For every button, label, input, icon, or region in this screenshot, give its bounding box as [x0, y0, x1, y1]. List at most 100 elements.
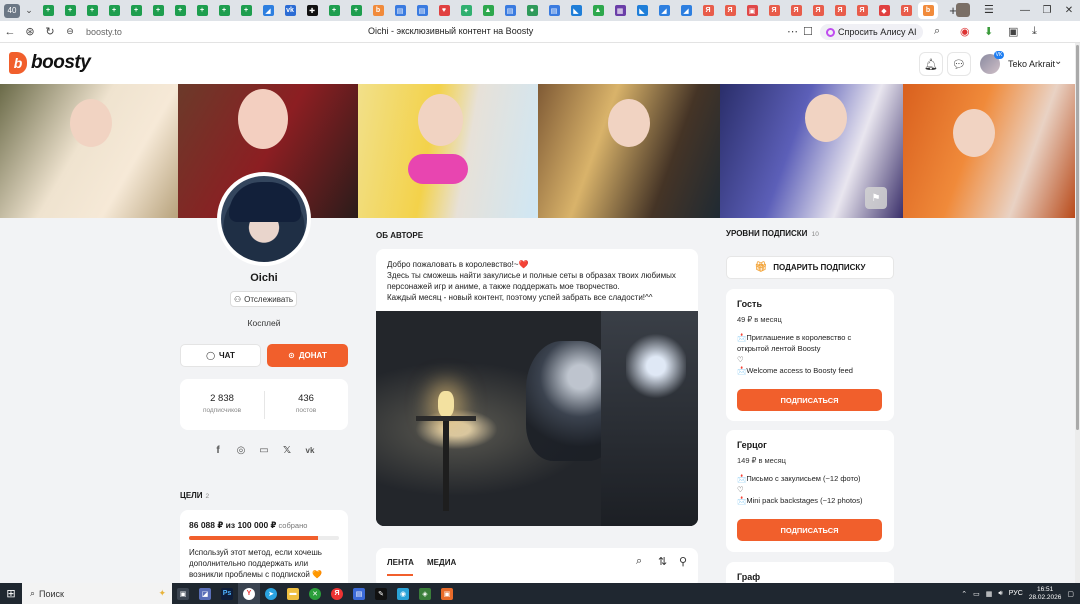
browser-tab[interactable]: ▲	[478, 2, 498, 19]
download-extension-icon[interactable]: ⬇	[984, 25, 993, 38]
twitch-icon[interactable]: ▭	[258, 444, 270, 456]
yandex-icon[interactable]: Я	[326, 583, 348, 604]
restore-icon[interactable]: ❐	[1036, 5, 1058, 16]
browser-tab[interactable]: Я	[698, 2, 718, 19]
browser-tab[interactable]: ▤	[500, 2, 520, 19]
browser-tab[interactable]: ◣	[566, 2, 586, 19]
browser-tab[interactable]: +	[104, 2, 124, 19]
browser-tab[interactable]: ▤	[544, 2, 564, 19]
page-scrollbar-thumb[interactable]	[1076, 45, 1079, 430]
x-icon[interactable]: 𝕏	[281, 444, 293, 456]
filter-icon[interactable]: ⚲	[679, 555, 687, 568]
close-window-icon[interactable]: ✕	[1058, 5, 1080, 16]
browser-tab[interactable]: +	[346, 2, 366, 19]
donate-button[interactable]: ⊙ ДОНАТ	[267, 344, 348, 367]
browser-tab[interactable]: ◆	[874, 2, 894, 19]
browser-tab[interactable]: ▤	[412, 2, 432, 19]
extension-cube-icon[interactable]: ▣	[1008, 25, 1018, 38]
messages-icon[interactable]: 💬︎	[947, 52, 971, 76]
tray-overflow-icon[interactable]: ⌃	[961, 590, 967, 598]
windows-start-icon[interactable]: ⊞	[0, 583, 22, 604]
clock[interactable]: 16:51 28.02.2026	[1029, 586, 1062, 602]
browser-tab[interactable]: ◢	[676, 2, 696, 19]
browser-tab[interactable]: +	[170, 2, 190, 19]
browser-tab[interactable]: +	[192, 2, 212, 19]
app-icon[interactable]: ▤	[348, 583, 370, 604]
browser-tab[interactable]: ▣	[742, 2, 762, 19]
yandex-browser-icon[interactable]: Y	[238, 583, 260, 604]
browser-tab[interactable]: +	[148, 2, 168, 19]
browser-tab[interactable]: Я	[720, 2, 740, 19]
network-icon[interactable]: ▦	[986, 590, 993, 598]
boosty-logo[interactable]: b boosty	[9, 52, 91, 74]
subscribe-button[interactable]: ПОДПИСАТЬСЯ	[737, 519, 882, 541]
tab-list-chevron-icon[interactable]: ⌄	[22, 4, 36, 18]
browser-tab[interactable]: Я	[896, 2, 916, 19]
facebook-icon[interactable]: f	[212, 444, 224, 456]
browser-tab[interactable]: +	[38, 2, 58, 19]
app-icon[interactable]: ◪	[194, 583, 216, 604]
reload-icon[interactable]: ↻	[40, 22, 60, 42]
tab-feed[interactable]: ЛЕНТА	[387, 558, 414, 567]
taskbar-search[interactable]: ⌕ Поиск ✦	[22, 583, 172, 604]
ask-alice-button[interactable]: Спросить Алису AI	[820, 24, 923, 40]
browser-tab[interactable]: Я	[764, 2, 784, 19]
telegram-icon[interactable]: ➤	[260, 583, 282, 604]
browser-tab[interactable]: b	[368, 2, 388, 19]
app-icon[interactable]: ▣	[436, 583, 458, 604]
tab-counter[interactable]: 40	[4, 3, 20, 18]
xbox-icon[interactable]: ✕	[304, 583, 326, 604]
browser-search-icon[interactable]: ⌕	[934, 25, 940, 38]
browser-tab[interactable]: +	[82, 2, 102, 19]
tray-app-icon[interactable]: ▭	[973, 590, 980, 598]
feed-search-icon[interactable]: ⌕	[636, 555, 642, 568]
user-menu-chevron-icon[interactable]: ⌄	[1054, 56, 1062, 67]
browser-tab[interactable]: ◢	[654, 2, 674, 19]
browser-tab[interactable]: +	[60, 2, 80, 19]
security-shield-icon[interactable]: ⊛	[20, 22, 40, 42]
app-icon[interactable]: ◈	[414, 583, 436, 604]
record-icon[interactable]: ◉	[960, 25, 970, 38]
more-icon[interactable]: ⋯	[787, 25, 798, 38]
bookmarks-icon[interactable]: ☰	[984, 3, 996, 17]
browser-tab[interactable]: ♥	[434, 2, 454, 19]
follow-button[interactable]: ⚇ Отслеживать	[230, 291, 297, 307]
browser-tab[interactable]: ◣	[632, 2, 652, 19]
active-tab[interactable]: b	[918, 2, 938, 19]
browser-tab[interactable]: ●	[522, 2, 542, 19]
url-text[interactable]: boosty.to	[86, 27, 122, 37]
browser-tab[interactable]: +	[126, 2, 146, 19]
browser-tab[interactable]: +	[214, 2, 234, 19]
browser-tab[interactable]: ▤	[390, 2, 410, 19]
browser-tab[interactable]: ▦	[610, 2, 630, 19]
bookmark-icon[interactable]: ☐	[803, 25, 813, 38]
minimize-icon[interactable]: —	[1014, 5, 1036, 16]
browser-tab[interactable]: ✚	[302, 2, 322, 19]
about-photo[interactable]	[376, 311, 698, 526]
browser-tab[interactable]: Я	[852, 2, 872, 19]
browser-tab[interactable]: ◢	[258, 2, 278, 19]
downloads-icon[interactable]: ⤓	[1032, 25, 1037, 38]
goal-card[interactable]: 86 088 ₽ из 100 000 ₽ собрано Используй э…	[180, 510, 348, 590]
tab-media[interactable]: МЕДИА	[427, 558, 456, 567]
app-icon[interactable]: ✎	[370, 583, 392, 604]
report-flag-icon[interactable]: ⚑	[865, 187, 887, 209]
user-name[interactable]: Teko Arkrait	[1008, 59, 1055, 69]
browser-tab[interactable]: +	[236, 2, 256, 19]
subscribe-button[interactable]: ПОДПИСАТЬСЯ	[737, 389, 882, 411]
app-icon[interactable]: ◉	[392, 583, 414, 604]
photoshop-icon[interactable]: Ps	[216, 583, 238, 604]
browser-tab[interactable]: ✦	[456, 2, 476, 19]
chat-button[interactable]: ◯ ЧАТ	[180, 344, 261, 367]
gift-subscription-button[interactable]: 🎁︎ ПОДАРИТЬ ПОДПИСКУ	[726, 256, 894, 279]
language-indicator[interactable]: РУС	[1009, 590, 1023, 597]
instagram-icon[interactable]: ◎	[235, 444, 247, 456]
notifications-bell-icon[interactable]: 🔔︎	[919, 52, 943, 76]
notifications-icon[interactable]: ▢	[1067, 590, 1074, 598]
task-view-icon[interactable]: ▣	[172, 583, 194, 604]
back-icon[interactable]: ←	[0, 22, 20, 42]
volume-icon[interactable]: 🔊︎	[998, 590, 1002, 598]
browser-tab[interactable]: Я	[808, 2, 828, 19]
sort-icon[interactable]: ⇅	[658, 555, 667, 568]
vk-icon[interactable]: vk	[304, 444, 316, 456]
